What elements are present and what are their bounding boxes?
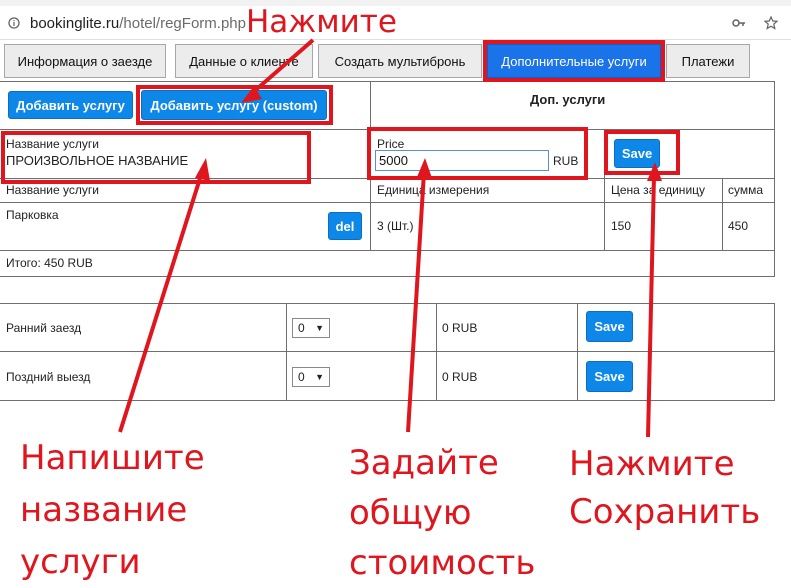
annotation-line: стоимость — [349, 543, 536, 583]
annotation-click-custom: Нажмите — [246, 4, 397, 40]
annotation-line: Сохранить — [569, 492, 761, 532]
arrow-head-icon — [647, 162, 662, 181]
annotation-set-cost: Задайте общую стоимость — [349, 438, 535, 588]
annotation-line: Напишите — [20, 438, 205, 478]
annotation-click-save: Нажмите Сохранить — [569, 440, 760, 536]
arrow-line — [248, 38, 315, 97]
annotation-line: название — [20, 490, 188, 530]
arrow-line — [118, 171, 204, 433]
annotation-line: услуги — [20, 542, 141, 582]
annotation-line: Нажмите — [569, 444, 735, 484]
arrow-line — [406, 171, 426, 433]
arrow-head-icon — [195, 158, 210, 181]
arrow-head-icon — [417, 158, 432, 178]
annotation-line: Задайте — [349, 443, 499, 483]
arrow-line — [646, 175, 656, 438]
annotation-write-name: Напишите название услуги — [20, 432, 205, 588]
annotation-line: общую — [349, 493, 472, 533]
